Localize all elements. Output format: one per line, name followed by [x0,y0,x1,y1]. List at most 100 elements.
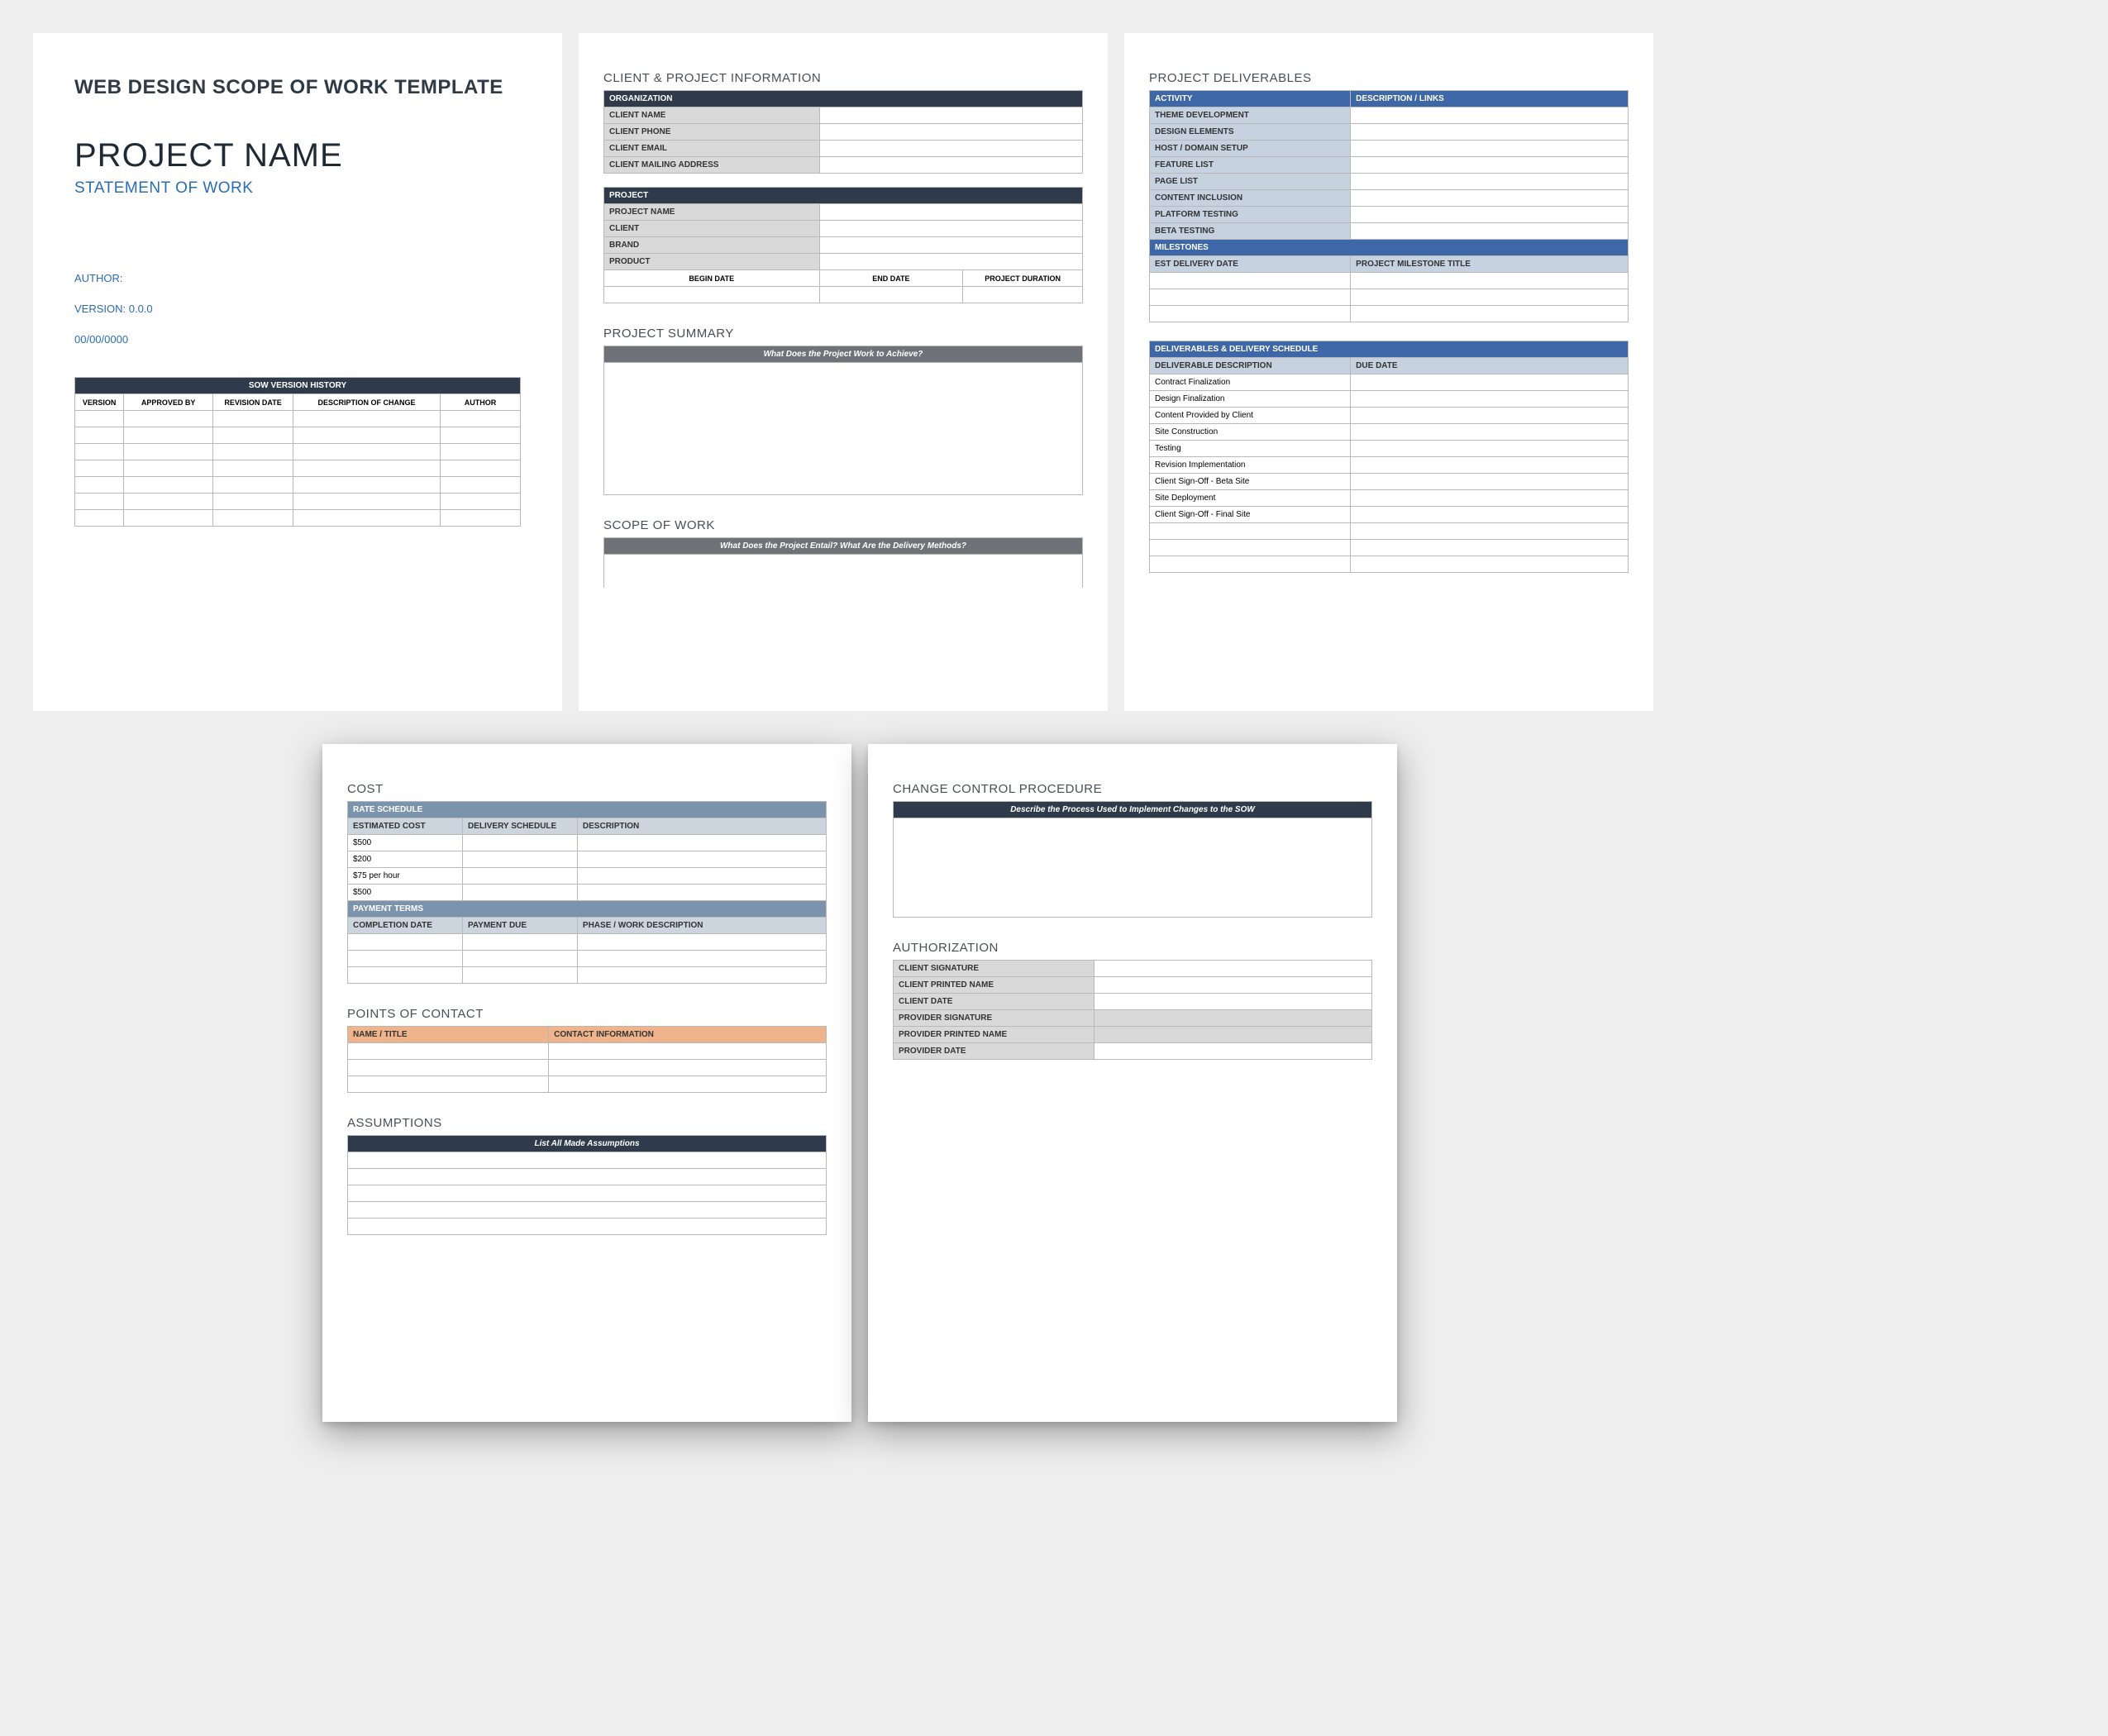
act-theme: THEME DEVELOPMENT [1150,107,1351,124]
project-table: PROJECT PROJECT NAME CLIENT BRAND PRODUC… [603,187,1083,303]
col-approved: APPROVED BY [124,394,213,411]
section-authorization: AUTHORIZATION [893,941,1372,955]
sched-signoff-beta: Client Sign-Off - Beta Site [1150,474,1351,490]
section-scope: SCOPE OF WORK [603,518,1083,532]
org-client-phone: CLIENT PHONE [604,124,820,141]
project-name: PROJECT NAME [74,137,521,174]
col-begin-date: BEGIN DATE [604,270,820,287]
col-revdate: REVISION DATE [213,394,293,411]
col-phase: PHASE / WORK DESCRIPTION [577,918,826,934]
sched-content: Content Provided by Client [1150,408,1351,424]
page-1: WEB DESIGN SCOPE OF WORK TEMPLATE PROJEC… [33,33,562,711]
page-3: PROJECT DELIVERABLES ACTIVITY DESCRIPTIO… [1124,33,1653,711]
schedule-table: DELIVERABLES & DELIVERY SCHEDULE DELIVER… [1149,341,1629,573]
act-host: HOST / DOMAIN SETUP [1150,141,1351,157]
section-cost: COST [347,782,827,796]
scope-box: What Does the Project Entail? What Are t… [603,537,1083,555]
col-end-date: END DATE [819,270,963,287]
section-change: CHANGE CONTROL PROCEDURE [893,782,1372,796]
page-5: CHANGE CONTROL PROCEDURE Describe the Pr… [868,744,1397,1422]
proj-brand-row: BRAND [604,237,820,254]
assump-prompt: List All Made Assumptions [348,1136,827,1152]
scope-area [603,555,1083,588]
auth-client-date: CLIENT DATE [894,994,1095,1010]
col-due-date: DUE DATE [1351,358,1629,374]
col-comp-date: COMPLETION DATE [348,918,463,934]
col-est-date: EST DELIVERY DATE [1150,256,1351,273]
act-beta: BETA TESTING [1150,223,1351,240]
org-client-address: CLIENT MAILING ADDRESS [604,157,820,174]
proj-product-row: PRODUCT [604,254,820,270]
auth-provider-sig: PROVIDER SIGNATURE [894,1010,1095,1027]
proj-name-row: PROJECT NAME [604,204,820,221]
organization-table: ORGANIZATION CLIENT NAME CLIENT PHONE CL… [603,90,1083,174]
act-page: PAGE LIST [1150,174,1351,190]
auth-client-sig: CLIENT SIGNATURE [894,961,1095,977]
statement-of-work-subtitle: STATEMENT OF WORK [74,179,521,198]
auth-provider-date: PROVIDER DATE [894,1043,1095,1060]
author-label: AUTHOR: [74,272,521,284]
col-author: AUTHOR [440,394,520,411]
act-platform: PLATFORM TESTING [1150,207,1351,223]
section-assumptions: ASSUMPTIONS [347,1116,827,1130]
change-prompt: Describe the Process Used to Implement C… [894,802,1372,818]
change-area [893,818,1372,918]
page-2: CLIENT & PROJECT INFORMATION ORGANIZATIO… [579,33,1108,711]
sched-design: Design Finalization [1150,391,1351,408]
page-4: COST RATE SCHEDULE ESTIMATED COST DELIVE… [322,744,851,1422]
authorization-table: CLIENT SIGNATURE CLIENT PRINTED NAME CLI… [893,960,1372,1060]
rate-500a: $500 [348,835,463,851]
assumptions-table: List All Made Assumptions [347,1135,827,1235]
section-client-project: CLIENT & PROJECT INFORMATION [603,71,1083,85]
milestones-header: MILESTONES [1150,240,1629,256]
col-activity: ACTIVITY [1150,91,1351,107]
col-rate-desc: DESCRIPTION [577,818,826,835]
act-content: CONTENT INCLUSION [1150,190,1351,207]
col-mile-title: PROJECT MILESTONE TITLE [1351,256,1629,273]
rate-header: RATE SCHEDULE [348,802,827,818]
rate-75: $75 per hour [348,868,463,885]
contacts-table: NAME / TITLE CONTACT INFORMATION [347,1026,827,1093]
template-title: WEB DESIGN SCOPE OF WORK TEMPLATE [74,76,521,99]
summary-box: What Does the Project Work to Achieve? [603,346,1083,363]
date-label: 00/00/0000 [74,333,521,346]
version-history-table: SOW VERSION HISTORY VERSION APPROVED BY … [74,377,521,527]
rate-200: $200 [348,851,463,868]
col-contact-info: CONTACT INFORMATION [549,1027,827,1043]
schedule-header: DELIVERABLES & DELIVERY SCHEDULE [1150,341,1629,358]
pay-header: PAYMENT TERMS [348,901,827,918]
sched-contract: Contract Finalization [1150,374,1351,391]
rate-500b: $500 [348,885,463,901]
summary-area [603,363,1083,495]
org-header: ORGANIZATION [604,91,1083,107]
col-name-title: NAME / TITLE [348,1027,549,1043]
proj-client-row: CLIENT [604,221,820,237]
sched-testing: Testing [1150,441,1351,457]
change-box: Describe the Process Used to Implement C… [893,801,1372,818]
org-client-email: CLIENT EMAIL [604,141,820,157]
sched-construct: Site Construction [1150,424,1351,441]
project-header: PROJECT [604,188,1083,204]
act-design: DESIGN ELEMENTS [1150,124,1351,141]
org-client-name: CLIENT NAME [604,107,820,124]
col-pay-due: PAYMENT DUE [462,918,577,934]
sched-revision: Revision Implementation [1150,457,1351,474]
sched-signoff-final: Client Sign-Off - Final Site [1150,507,1351,523]
scope-prompt: What Does the Project Entail? What Are t… [604,538,1083,555]
auth-provider-name: PROVIDER PRINTED NAME [894,1027,1095,1043]
col-desc-links: DESCRIPTION / LINKS [1351,91,1629,107]
act-feature: FEATURE LIST [1150,157,1351,174]
col-deliv-desc: DELIVERABLE DESCRIPTION [1150,358,1351,374]
col-version: VERSION [75,394,124,411]
col-duration: PROJECT DURATION [963,270,1083,287]
col-deliv-sched: DELIVERY SCHEDULE [462,818,577,835]
sched-deploy: Site Deployment [1150,490,1351,507]
auth-client-name: CLIENT PRINTED NAME [894,977,1095,994]
col-est-cost: ESTIMATED COST [348,818,463,835]
rate-table: RATE SCHEDULE ESTIMATED COST DELIVERY SC… [347,801,827,984]
activity-table: ACTIVITY DESCRIPTION / LINKS THEME DEVEL… [1149,90,1629,322]
history-header: SOW VERSION HISTORY [75,378,521,394]
version-label: VERSION: 0.0.0 [74,303,521,315]
section-contacts: POINTS OF CONTACT [347,1007,827,1021]
section-deliverables: PROJECT DELIVERABLES [1149,71,1629,85]
